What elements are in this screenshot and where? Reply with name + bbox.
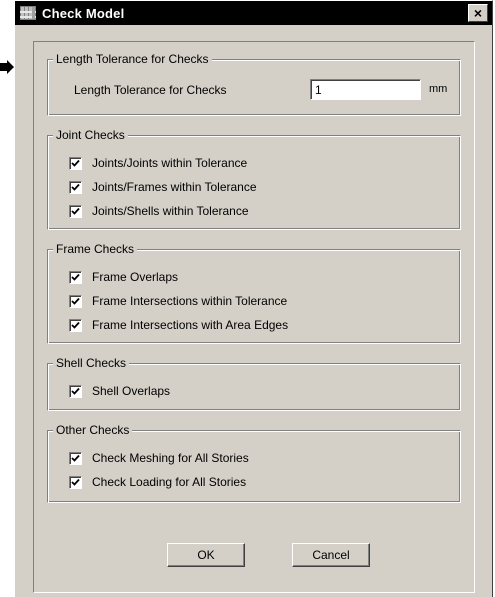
length-tolerance-group: Length Tolerance for Checks Length Toler…: [47, 52, 461, 116]
checkbox-check-meshing[interactable]: Check Meshing for All Stories: [69, 450, 249, 466]
checkbox-box[interactable]: [69, 270, 82, 284]
group-legend: Frame Checks: [53, 242, 138, 256]
checkbox-box[interactable]: [69, 475, 82, 489]
checkbox-label: Check Loading for All Stories: [92, 475, 247, 489]
group-legend: Joint Checks: [53, 128, 128, 142]
close-icon: ×: [473, 5, 483, 21]
close-button[interactable]: ×: [468, 4, 488, 22]
dialog-body: Length Tolerance for Checks Length Toler…: [33, 41, 475, 593]
other-checks-group: Other Checks Check Meshing for All Stori…: [47, 423, 461, 503]
app-icon: [20, 6, 36, 20]
dialog-title: Check Model: [42, 5, 125, 21]
check-icon: [71, 159, 80, 167]
checkbox-box[interactable]: [69, 451, 82, 465]
check-icon: [71, 207, 80, 215]
pointer-arrow-icon: [0, 60, 14, 74]
frame-checks-group: Frame Checks Frame Overlaps Frame Inters…: [47, 242, 461, 344]
group-legend: Length Tolerance for Checks: [53, 52, 212, 66]
checkbox-frame-intersections-tolerance[interactable]: Frame Intersections within Tolerance: [69, 293, 287, 309]
check-icon: [71, 387, 80, 395]
checkbox-frame-overlaps[interactable]: Frame Overlaps: [69, 269, 178, 285]
checkbox-shell-overlaps[interactable]: Shell Overlaps: [69, 383, 170, 399]
joint-checks-group: Joint Checks Joints/Joints within Tolera…: [47, 128, 461, 230]
checkbox-label: Check Meshing for All Stories: [92, 451, 249, 465]
checkbox-box[interactable]: [69, 180, 82, 194]
checkbox-joints-shells[interactable]: Joints/Shells within Tolerance: [69, 203, 249, 219]
ok-button[interactable]: OK: [167, 543, 245, 567]
checkbox-frame-intersections-area-edges[interactable]: Frame Intersections with Area Edges: [69, 317, 288, 333]
checkbox-label: Joints/Frames within Tolerance: [92, 180, 257, 194]
checkbox-box[interactable]: [69, 204, 82, 218]
checkbox-joints-frames[interactable]: Joints/Frames within Tolerance: [69, 179, 257, 195]
checkbox-box[interactable]: [69, 156, 82, 170]
checkbox-box[interactable]: [69, 384, 82, 398]
tolerance-unit: mm: [429, 83, 448, 95]
check-icon: [71, 183, 80, 191]
shell-checks-group: Shell Checks Shell Overlaps: [47, 356, 461, 411]
checkbox-label: Frame Overlaps: [92, 270, 179, 284]
checkbox-label: Joints/Joints within Tolerance: [92, 156, 248, 170]
group-legend: Shell Checks: [53, 356, 130, 370]
check-icon: [71, 297, 80, 305]
checkbox-label: Frame Intersections within Tolerance: [92, 294, 288, 308]
checkbox-check-loading[interactable]: Check Loading for All Stories: [69, 474, 246, 490]
checkbox-label: Frame Intersections with Area Edges: [92, 318, 289, 332]
check-icon: [71, 478, 80, 486]
title-bar[interactable]: Check Model ×: [15, 1, 492, 25]
group-legend: Other Checks: [53, 423, 133, 437]
tolerance-label: Length Tolerance for Checks: [74, 83, 227, 97]
checkbox-joints-joints[interactable]: Joints/Joints within Tolerance: [69, 155, 247, 171]
check-icon: [71, 454, 80, 462]
tolerance-input[interactable]: [310, 79, 421, 100]
checkbox-box[interactable]: [69, 294, 82, 308]
check-icon: [71, 321, 80, 329]
check-model-dialog: Check Model × Length Tolerance for Check…: [14, 0, 493, 597]
check-icon: [71, 273, 80, 281]
cancel-button[interactable]: Cancel: [292, 543, 370, 567]
checkbox-label: Joints/Shells within Tolerance: [92, 204, 249, 218]
checkbox-box[interactable]: [69, 318, 82, 332]
checkbox-label: Shell Overlaps: [92, 384, 171, 398]
